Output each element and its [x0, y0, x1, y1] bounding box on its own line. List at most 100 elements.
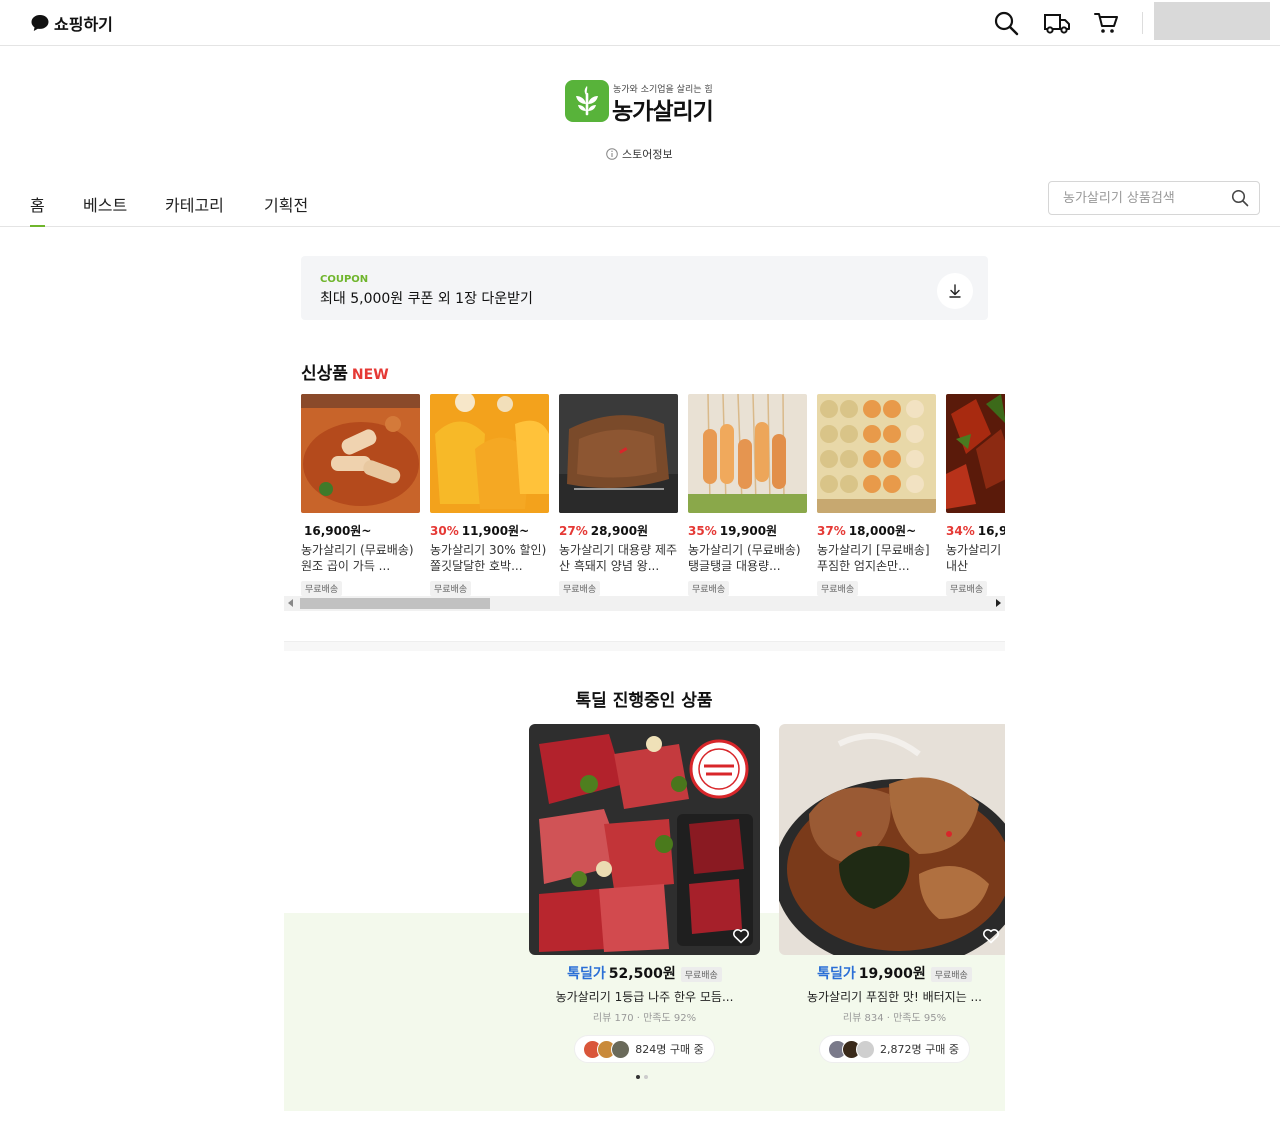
profile-area[interactable]	[1154, 2, 1270, 40]
top-bar: 쇼핑하기	[0, 0, 1280, 46]
free-shipping-badge: 무료배송	[930, 966, 972, 982]
product-card[interactable]: 16,900원~ 농가살리기 (무료배송) 원조 곱이 가득 ... 무료배송	[301, 394, 420, 596]
talk-deal-title: 톡딜 진행중인 상품	[575, 691, 713, 711]
buyers-count-pill: 2,872명 구매 중	[819, 1035, 970, 1063]
search-icon[interactable]	[1231, 189, 1249, 207]
store-search-box	[1048, 181, 1260, 215]
coupon-text: 최대 5,000원 쿠폰 외 1장 다운받기	[320, 291, 533, 307]
product-name: 농가살리기 대용량 제주산 흑돼지 양념 왕...	[559, 543, 678, 573]
product-thumbnail	[946, 394, 1005, 513]
product-name: 농가살리기 (무료배송) 원조 곱이 가득 ...	[301, 543, 414, 573]
tab-category[interactable]: 카테고리	[165, 192, 224, 227]
tab-home[interactable]: 홈	[30, 192, 45, 227]
search-icon[interactable]	[993, 10, 1019, 36]
buyer-avatars	[583, 1039, 631, 1059]
product-card[interactable]: 30% 11,900원~ 농가살리기 30% 할인) 쫄깃달달한 호박... 무료…	[430, 394, 549, 596]
deal-price-line: 톡딜가 52,500원 무료배송	[529, 963, 760, 983]
price: 11,900원~	[461, 524, 530, 538]
heart-icon[interactable]	[982, 927, 1000, 945]
product-card[interactable]: 37% 18,000원~ 농가살리기 [무료배송] 푸짐한 엄지손만... 무료배…	[817, 394, 936, 596]
new-badge: NEW	[351, 367, 389, 383]
price: 18,000원~	[848, 524, 917, 538]
product-thumbnail	[559, 394, 678, 513]
discount-rate: 30%	[430, 524, 459, 538]
deal-label: 톡딜가	[817, 966, 856, 982]
shopping-home-link[interactable]: 쇼핑하기	[30, 11, 113, 35]
price-line: 27% 28,900원	[559, 522, 678, 539]
store-nav: 홈 베스트 카테고리 기획전	[0, 180, 1280, 227]
price-line: 16,900원~	[301, 522, 420, 539]
discount-rate: 35%	[688, 524, 717, 538]
deal-thumbnail	[529, 724, 760, 955]
product-thumbnail	[301, 394, 420, 513]
discount-rate: 27%	[559, 524, 588, 538]
free-shipping-badge: 무료배송	[946, 581, 988, 596]
product-thumbnail	[688, 394, 807, 513]
price-line: 30% 11,900원~	[430, 522, 549, 539]
buyer-avatars	[828, 1039, 876, 1059]
free-shipping-badge: 무료배송	[688, 581, 730, 596]
free-shipping-badge: 무료배송	[559, 581, 601, 596]
coupon-banner[interactable]: COUPON 최대 5,000원 쿠폰 외 1장 다운받기	[301, 256, 988, 320]
pagination-dot-active[interactable]	[636, 1075, 640, 1079]
cart-icon[interactable]	[1093, 10, 1119, 36]
pagination-dot[interactable]	[644, 1075, 648, 1079]
deal-product-name: 농가살리기 푸짐한 맛! 배터지는 ...	[806, 990, 983, 1004]
store-name: 농가살리기	[612, 99, 714, 125]
talk-deal-carousel: 톡딜가 52,500원 무료배송 농가살리기 1등급 나주 한우 모듬... 리뷰 …	[284, 724, 1005, 1094]
tab-exhibition[interactable]: 기획전	[264, 192, 308, 227]
product-card[interactable]: 27% 28,900원 농가살리기 대용량 제주산 흑돼지 양념 왕... 무료배…	[559, 394, 678, 596]
product-thumbnail	[430, 394, 549, 513]
price-line: 37% 18,000원~	[817, 522, 936, 539]
store-logo	[565, 80, 609, 122]
avatar	[611, 1039, 631, 1059]
scroll-left-arrow-icon[interactable]	[288, 599, 293, 607]
price-line: 35% 19,900원	[688, 522, 807, 539]
deal-price: 52,500원	[608, 966, 676, 982]
product-card[interactable]: 35% 19,900원 농가살리기 (무료배송) 탱글탱글 대용량... 무료배송	[688, 394, 807, 596]
price-line: 34%16,900원	[946, 522, 1005, 539]
deal-review-meta: 리뷰 170 · 만족도 92%	[592, 1013, 697, 1024]
product-card[interactable]: 34%16,900원 농가살리기 100% 국내산 무료배송	[946, 394, 1005, 596]
scrollbar-thumb[interactable]	[300, 598, 490, 609]
scroll-right-arrow-icon[interactable]	[996, 599, 1001, 607]
buyers-count-pill: 824명 구매 중	[574, 1035, 715, 1063]
heart-icon[interactable]	[732, 927, 750, 945]
avatar	[856, 1039, 876, 1059]
free-shipping-badge: 무료배송	[301, 581, 343, 596]
coupon-download-button[interactable]	[937, 273, 973, 309]
buyers-count: 2,872명 구매 중	[880, 1043, 959, 1056]
price: 28,900원	[590, 524, 649, 538]
download-icon	[949, 284, 961, 298]
free-shipping-badge: 무료배송	[680, 966, 722, 982]
product-thumbnail	[817, 394, 936, 513]
info-icon	[606, 148, 618, 160]
discount-rate: 34%	[946, 524, 975, 538]
carousel-pagination	[636, 1075, 648, 1079]
new-products-carousel: 16,900원~ 농가살리기 (무료배송) 원조 곱이 가득 ... 무료배송 …	[301, 394, 1005, 598]
tab-best[interactable]: 베스트	[83, 192, 127, 227]
deal-price: 19,900원	[858, 966, 926, 982]
product-name: 농가살리기 [무료배송] 푸짐한 엄지손만...	[817, 543, 930, 573]
deal-product-name: 농가살리기 1등급 나주 한우 모듬...	[555, 990, 734, 1004]
free-shipping-badge: 무료배송	[817, 581, 859, 596]
brand-label: 쇼핑하기	[54, 15, 113, 34]
deal-price-line: 톡딜가 19,900원 무료배송	[779, 963, 1005, 983]
deal-review-meta: 리뷰 834 · 만족도 95%	[842, 1013, 947, 1024]
new-products-title-text: 신상품	[301, 364, 348, 384]
section-divider	[284, 641, 1005, 651]
new-products-title: 신상품 NEW	[301, 359, 389, 384]
coupon-label: COUPON	[320, 274, 369, 285]
deal-card[interactable]: 톡딜가 19,900원 무료배송 농가살리기 푸짐한 맛! 배터지는 ... 리뷰 …	[779, 724, 1005, 1063]
horizontal-scrollbar[interactable]	[284, 596, 1005, 611]
free-shipping-badge: 무료배송	[430, 581, 472, 596]
store-info-link[interactable]: 스토어정보	[606, 146, 673, 162]
store-info-label: 스토어정보	[622, 148, 673, 161]
product-name: 농가살리기 100% 국내산	[946, 543, 1005, 573]
price: 16,900원	[977, 524, 1005, 538]
delivery-truck-icon[interactable]	[1043, 10, 1071, 36]
store-search-input[interactable]	[1049, 182, 1225, 214]
deal-card[interactable]: 톡딜가 52,500원 무료배송 농가살리기 1등급 나주 한우 모듬... 리뷰 …	[529, 724, 760, 1063]
product-name: 농가살리기 30% 할인) 쫄깃달달한 호박...	[430, 543, 547, 573]
topbar-divider	[1142, 12, 1143, 34]
